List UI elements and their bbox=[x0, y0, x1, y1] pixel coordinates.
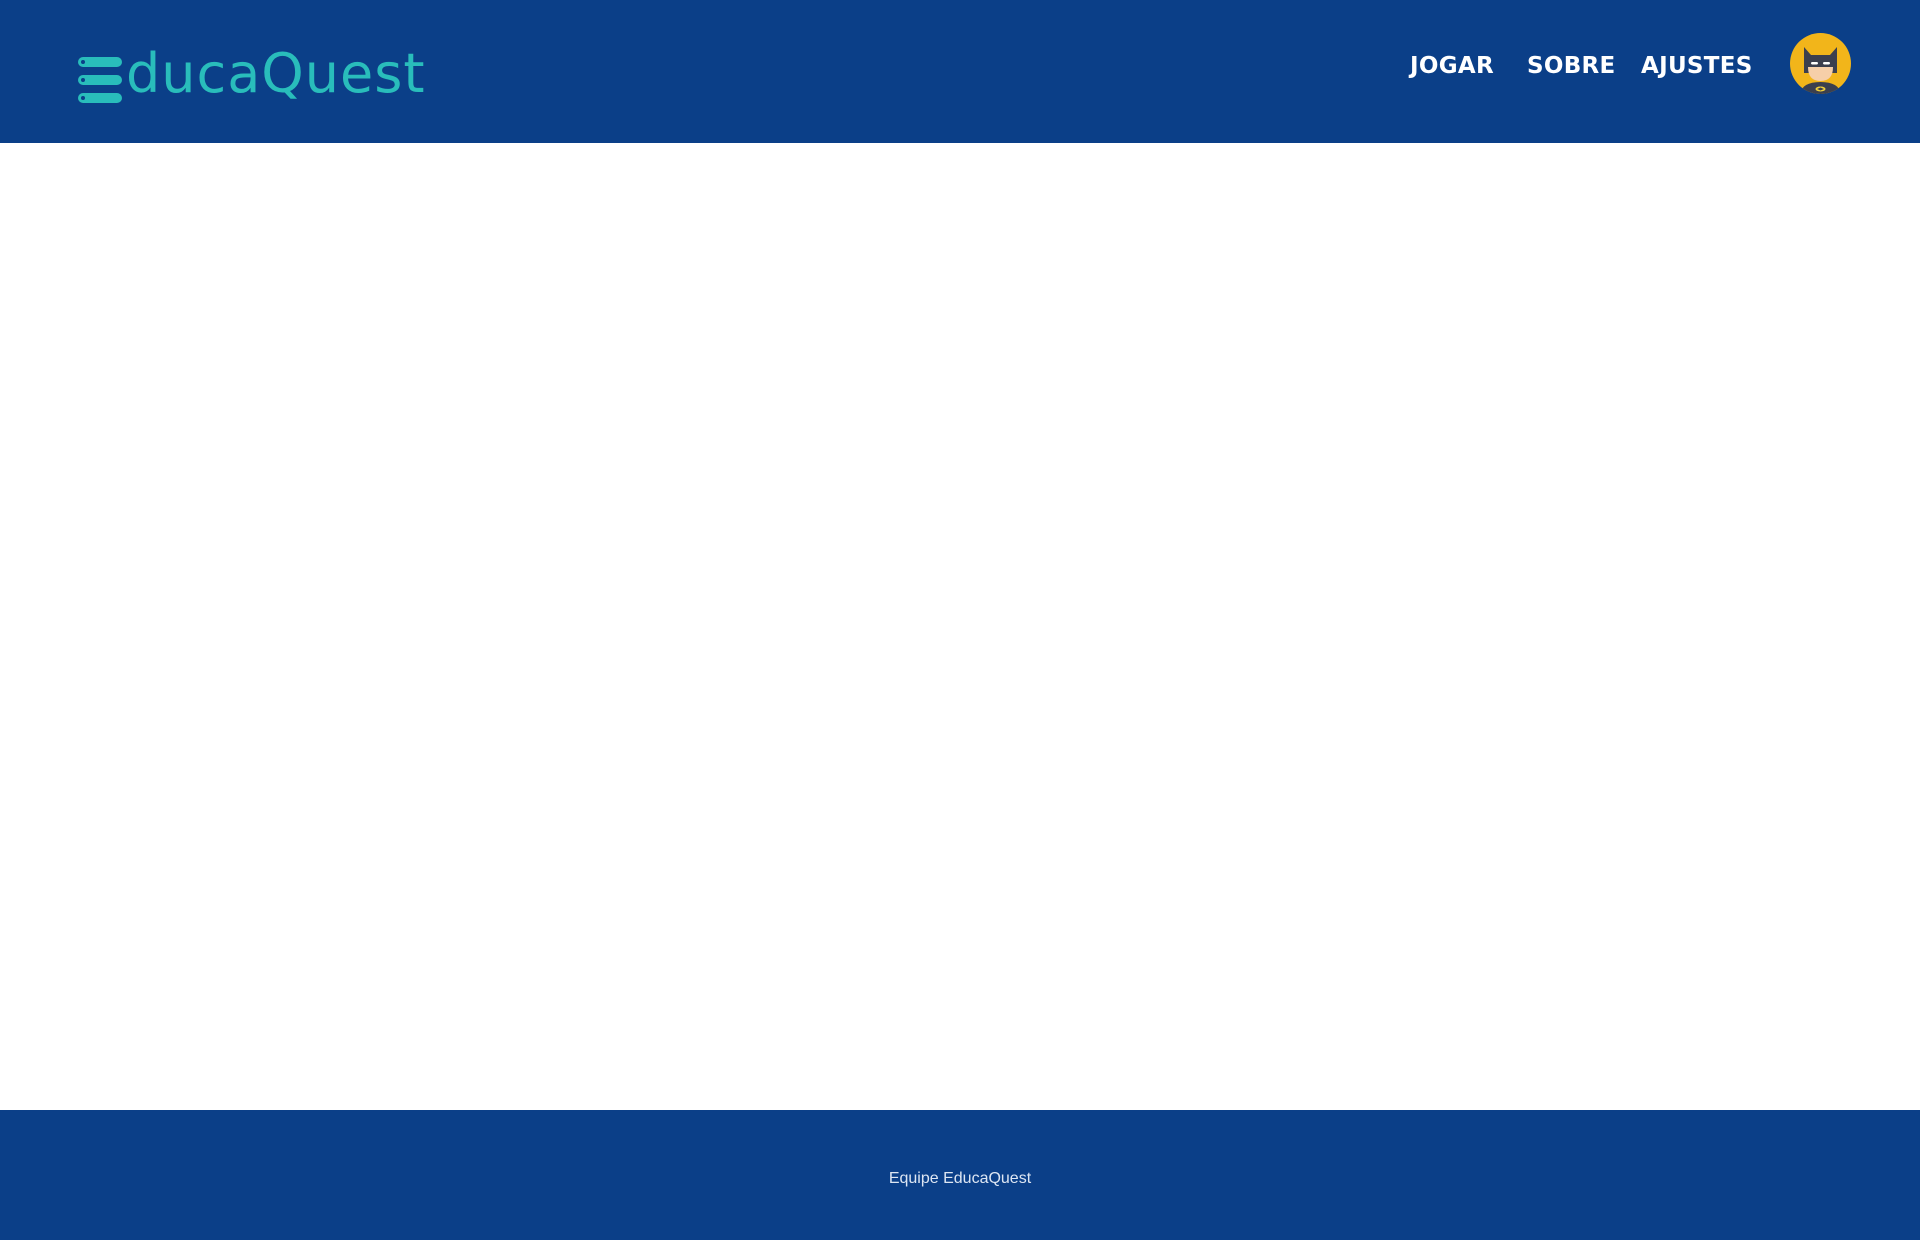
logo-e-icon bbox=[78, 49, 124, 103]
nav-jogar[interactable]: JOGAR bbox=[1410, 48, 1494, 84]
top-header: ducaQuest JOGAR SOBRE AJUSTES bbox=[0, 0, 1920, 143]
nav-ajustes[interactable]: AJUSTES bbox=[1641, 48, 1753, 84]
main-content bbox=[0, 143, 1920, 1110]
footer: Equipe EducaQuest bbox=[0, 1110, 1920, 1240]
footer-credit: Equipe EducaQuest bbox=[888, 1170, 1032, 1187]
batman-avatar-icon[interactable] bbox=[1790, 33, 1851, 94]
nav-sobre[interactable]: SOBRE bbox=[1527, 48, 1616, 84]
logo[interactable]: ducaQuest bbox=[78, 44, 426, 104]
logo-text: ducaQuest bbox=[126, 42, 426, 105]
